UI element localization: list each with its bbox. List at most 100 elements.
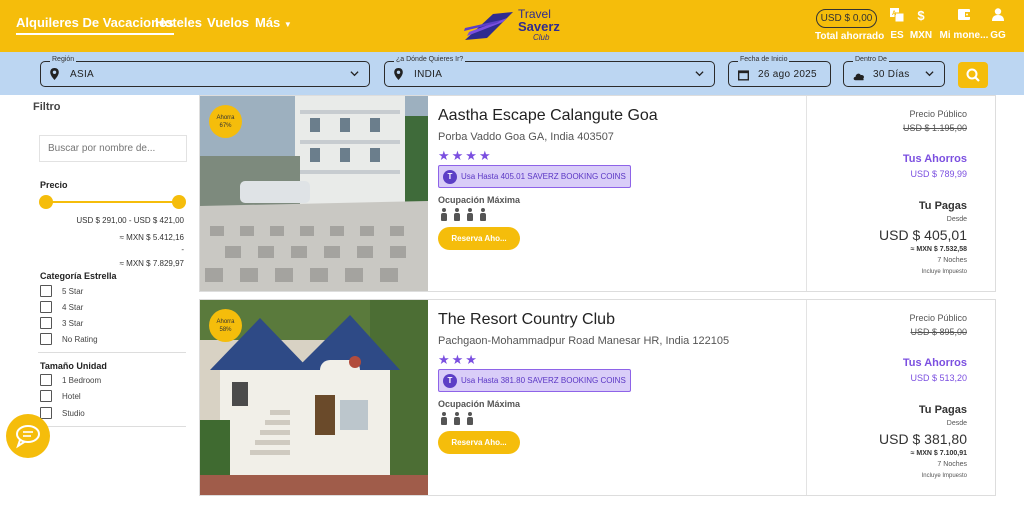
location-pin-icon bbox=[50, 68, 59, 80]
price-range-usd: USD $ 291,00 - USD $ 421,00 bbox=[76, 216, 184, 225]
price-filter-label: Precio bbox=[40, 180, 68, 190]
occupancy-icons bbox=[441, 208, 493, 222]
name-search-input[interactable] bbox=[39, 135, 187, 162]
person-icon bbox=[467, 412, 473, 425]
dollar-icon: $ bbox=[917, 8, 925, 23]
nights-count: 7 Noches bbox=[937, 461, 967, 468]
hotel-photo[interactable]: Ahorra 58% bbox=[200, 300, 428, 495]
logo-swoosh-icon bbox=[464, 12, 513, 40]
price-slider-max-handle[interactable] bbox=[172, 195, 186, 209]
unit-filter-label: Hotel bbox=[62, 392, 81, 401]
nav-more-label: Más bbox=[255, 15, 281, 30]
unit-filter-label: 1 Bedroom bbox=[62, 376, 102, 385]
svg-text:A: A bbox=[892, 11, 897, 17]
checkbox[interactable] bbox=[40, 301, 52, 313]
search-button[interactable] bbox=[958, 62, 988, 88]
chat-bubble-icon bbox=[16, 425, 40, 449]
price-slider-track[interactable] bbox=[46, 201, 179, 203]
person-icon bbox=[454, 412, 460, 425]
savings-label: Tus Ahorros bbox=[902, 357, 967, 369]
logo[interactable]: Travel Saverz Club bbox=[463, 8, 573, 44]
checkbox[interactable] bbox=[40, 333, 52, 345]
person-icon bbox=[454, 208, 460, 221]
from-label: Desde bbox=[946, 216, 967, 223]
price-slider-min-handle[interactable] bbox=[39, 195, 53, 209]
discount-badge: Ahorra 67% bbox=[209, 105, 242, 138]
start-date-field[interactable]: Fecha de Inicio 26 ago 2025 bbox=[728, 55, 831, 87]
star-filter-label: No Rating bbox=[62, 335, 98, 344]
nav-more[interactable]: Más ▼ bbox=[255, 15, 292, 30]
region-select[interactable]: Región ASIA bbox=[40, 55, 370, 87]
start-date-label: Fecha de Inicio bbox=[738, 55, 790, 64]
discount-badge-percent: 67% bbox=[219, 123, 232, 129]
person-icon bbox=[441, 208, 447, 221]
translate-icon: A bbox=[888, 8, 906, 24]
within-days-select[interactable]: Dentro De 30 Días bbox=[843, 55, 945, 87]
nights-count: 7 Noches bbox=[937, 257, 967, 264]
logo-line-3: Club bbox=[533, 33, 550, 42]
reserve-button[interactable]: Reserva Aho... bbox=[438, 227, 520, 250]
occupancy-icons bbox=[441, 412, 480, 426]
public-price: USD $ 895,00 bbox=[910, 327, 967, 337]
search-icon bbox=[966, 68, 980, 82]
you-pay-price: USD $ 405,01 bbox=[879, 227, 967, 243]
you-pay-mxn: ≈ MXN $ 7.100,91 bbox=[910, 450, 967, 457]
within-days-label: Dentro De bbox=[853, 55, 889, 64]
reserve-button[interactable]: Reserva Aho... bbox=[438, 431, 520, 454]
search-bar: Región ASIA ¿a Dónde Quieres Ir? INDIA F… bbox=[0, 52, 1024, 95]
booking-coins-badge: T Usa Hasta 405.01 SAVERZ BOOKING COINS bbox=[438, 165, 631, 188]
booking-coins-text: Usa Hasta 381.80 SAVERZ BOOKING COINS bbox=[461, 376, 626, 385]
hotel-card[interactable]: Ahorra 67% Aastha Escape Calangute Goa Po… bbox=[199, 95, 996, 292]
hotel-name[interactable]: The Resort Country Club bbox=[438, 311, 615, 329]
nav-flights[interactable]: Vuelos bbox=[207, 15, 249, 30]
hotel-photo[interactable]: Ahorra 67% bbox=[200, 96, 428, 291]
you-pay-mxn: ≈ MXN $ 7.532,58 bbox=[910, 246, 967, 253]
checkbox[interactable] bbox=[40, 390, 52, 402]
language-selector[interactable]: A ES bbox=[888, 8, 906, 41]
nav-vacation-rentals[interactable]: Alquileres De Vacaciones bbox=[16, 15, 174, 35]
person-icon bbox=[441, 412, 447, 425]
star-filter-label: 3 Star bbox=[62, 319, 84, 328]
divider bbox=[38, 352, 186, 353]
checkbox[interactable] bbox=[40, 317, 52, 329]
max-occupancy-label: Ocupación Máxima bbox=[438, 399, 521, 409]
chevron-down-icon bbox=[925, 71, 934, 77]
checkbox[interactable] bbox=[40, 285, 52, 297]
price-range-dash: - bbox=[181, 245, 184, 254]
chevron-down-icon bbox=[350, 71, 359, 77]
top-bar: Alquileres De Vacaciones Hoteles Vuelos … bbox=[0, 0, 1024, 52]
unit-filter-label: Studio bbox=[62, 409, 85, 418]
person-icon bbox=[467, 208, 473, 221]
user-initials: GG bbox=[990, 30, 1006, 41]
savings-pill[interactable]: USD $ 0,00 bbox=[816, 9, 877, 28]
region-label: Región bbox=[50, 55, 77, 64]
public-price-label: Precio Público bbox=[909, 109, 967, 119]
savings-amount: USD $ 789,99 bbox=[910, 169, 967, 179]
chat-button[interactable] bbox=[6, 414, 50, 458]
booking-coins-badge: T Usa Hasta 381.80 SAVERZ BOOKING COINS bbox=[438, 369, 631, 392]
discount-badge-percent: 58% bbox=[219, 327, 232, 333]
destination-select[interactable]: ¿a Dónde Quieres Ir? INDIA bbox=[384, 55, 715, 87]
start-date-value: 26 ago 2025 bbox=[758, 69, 817, 80]
public-price: USD $ 1.195,00 bbox=[902, 123, 967, 133]
coin-icon: T bbox=[443, 374, 457, 388]
user-menu[interactable]: GG bbox=[988, 8, 1008, 41]
price-max-mxn: ≈ MXN $ 7.829,97 bbox=[119, 259, 184, 268]
checkbox[interactable] bbox=[40, 374, 52, 386]
hotel-card[interactable]: Ahorra 58% The Resort Country Club Pachga… bbox=[199, 299, 996, 496]
savings-label: Total ahorrado bbox=[815, 31, 885, 42]
savings-amount: USD $ 513,20 bbox=[910, 373, 967, 383]
wallet-menu[interactable]: Mi mone... bbox=[939, 8, 989, 41]
booking-coins-text: Usa Hasta 405.01 SAVERZ BOOKING COINS bbox=[461, 172, 626, 181]
nav-hotels[interactable]: Hoteles bbox=[155, 15, 202, 30]
person-icon bbox=[480, 208, 486, 221]
currency-selector[interactable]: $ MXN bbox=[908, 8, 934, 41]
location-pin-icon bbox=[394, 68, 403, 80]
hotel-name[interactable]: Aastha Escape Calangute Goa bbox=[438, 107, 658, 125]
from-label: Desde bbox=[946, 420, 967, 427]
price-min-mxn: ≈ MXN $ 5.412,16 bbox=[119, 233, 184, 242]
card-divider bbox=[806, 300, 807, 495]
you-pay-label: Tu Pagas bbox=[918, 404, 967, 416]
max-occupancy-label: Ocupación Máxima bbox=[438, 195, 521, 205]
you-pay-label: Tu Pagas bbox=[918, 200, 967, 212]
